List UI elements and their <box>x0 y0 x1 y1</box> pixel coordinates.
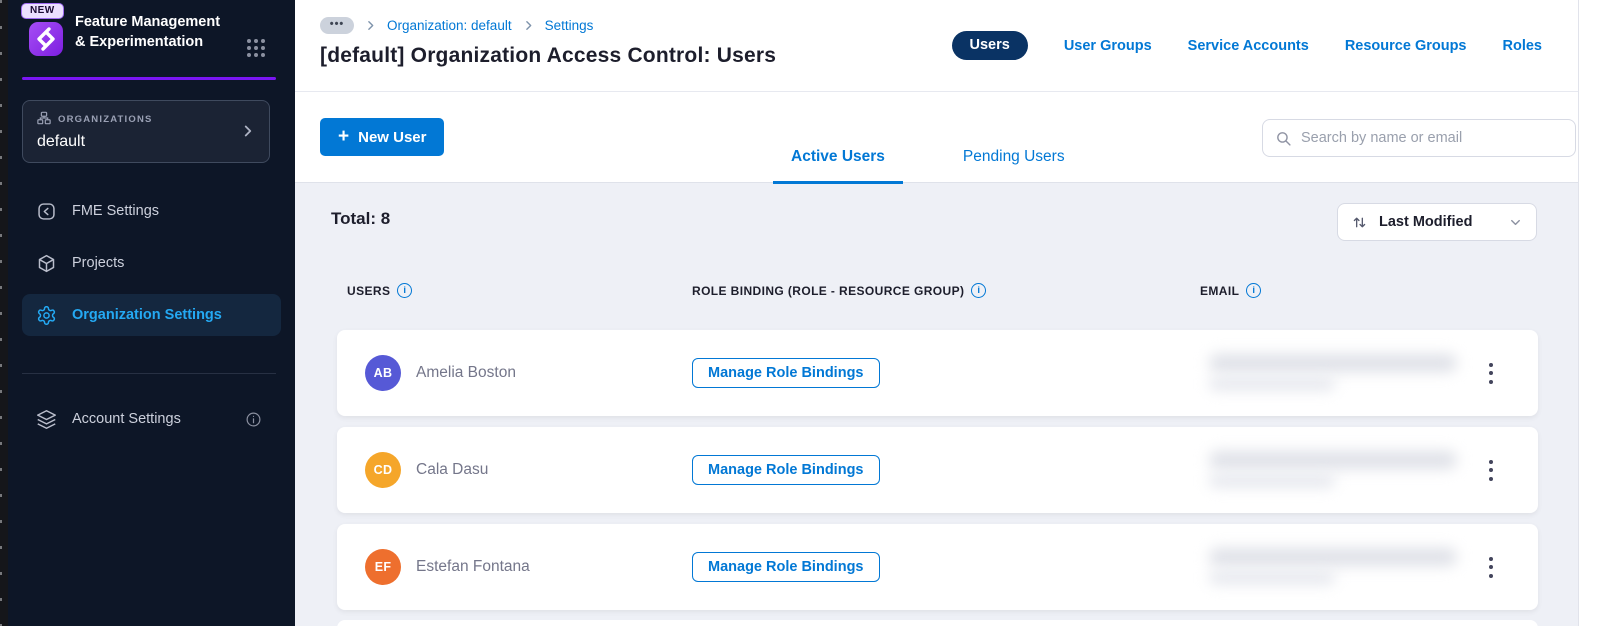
breadcrumb-ellipsis-button[interactable]: ••• <box>320 17 354 34</box>
chevron-right-icon <box>522 19 535 32</box>
search-icon <box>1275 130 1292 147</box>
app-switcher-grid-icon[interactable] <box>245 37 267 64</box>
email-redacted <box>1205 346 1465 398</box>
email-redacted <box>1205 443 1465 495</box>
layers-icon <box>36 409 57 430</box>
app-logo-icon <box>28 21 64 57</box>
sidebar: NEW Feature Management & Experimentation <box>8 0 295 626</box>
new-user-button[interactable]: + New User <box>320 118 445 156</box>
brand-accent-bar <box>22 77 276 80</box>
page-title: [default] Organization Access Control: U… <box>320 44 777 67</box>
nav-tab-user-groups[interactable]: User Groups <box>1064 38 1152 54</box>
sidebar-item-fme-settings[interactable]: FME Settings <box>22 190 281 232</box>
row-menu-kebab-icon[interactable] <box>1478 451 1504 489</box>
plus-icon: + <box>338 125 350 147</box>
manage-role-bindings-button[interactable]: Manage Role Bindings <box>692 455 880 485</box>
search-input[interactable] <box>1301 130 1563 146</box>
right-gutter <box>1578 0 1600 626</box>
sidebar-item-label: FME Settings <box>72 203 160 219</box>
sidebar-item-account-settings[interactable]: Account Settings <box>22 398 276 440</box>
window-edge-strip <box>0 0 8 626</box>
sidebar-divider <box>22 373 276 374</box>
column-header-role-binding: ROLE BINDING (ROLE - RESOURCE GROUP) <box>692 283 987 298</box>
manage-role-bindings-button[interactable]: Manage Role Bindings <box>692 358 880 388</box>
nav-tab-roles[interactable]: Roles <box>1503 38 1543 54</box>
toolbar: + New User Active Users Pending Users <box>295 92 1578 184</box>
column-header-email: EMAIL <box>1200 283 1262 298</box>
avatar: CD <box>365 452 401 488</box>
nav-tab-service-accounts[interactable]: Service Accounts <box>1188 38 1309 54</box>
sort-arrows-icon <box>1351 214 1368 231</box>
column-header-users: USERS <box>347 283 413 298</box>
organization-selector[interactable]: ORGANIZATIONS default <box>22 100 270 163</box>
info-icon[interactable] <box>1246 283 1262 298</box>
avatar: EF <box>365 549 401 585</box>
chevron-down-icon <box>1508 215 1523 230</box>
app-title: Feature Management & Experimentation <box>75 14 221 50</box>
nav-tab-resource-groups[interactable]: Resource Groups <box>1345 38 1467 54</box>
info-icon[interactable] <box>397 283 413 298</box>
table-row: CD Cala Dasu Manage Role Bindings <box>337 427 1538 513</box>
sort-dropdown[interactable]: Last Modified <box>1337 203 1537 241</box>
organization-value: default <box>37 133 86 150</box>
sidebar-item-label: Organization Settings <box>72 307 222 323</box>
user-name: Amelia Boston <box>416 364 516 381</box>
manage-role-bindings-button[interactable]: Manage Role Bindings <box>692 552 880 582</box>
user-name: Cala Dasu <box>416 461 489 478</box>
avatar: AB <box>365 355 401 391</box>
next-row-partial <box>337 620 1538 626</box>
access-control-nav: Users User Groups Service Accounts Resou… <box>951 31 1543 60</box>
page-header: ••• Organization: default Settings [defa… <box>295 0 1578 92</box>
cube-icon <box>36 253 57 274</box>
organizations-label: ORGANIZATIONS <box>58 114 153 125</box>
app-screen: NEW Feature Management & Experimentation <box>0 0 1600 626</box>
tab-active-users[interactable]: Active Users <box>773 148 903 184</box>
info-icon[interactable] <box>245 411 262 428</box>
sidebar-item-organization-settings[interactable]: Organization Settings <box>22 294 281 336</box>
search-box <box>1262 119 1576 157</box>
chevron-right-icon <box>364 19 377 32</box>
row-menu-kebab-icon[interactable] <box>1478 354 1504 392</box>
user-rows: AB Amelia Boston Manage Role Bindings CD… <box>337 330 1538 621</box>
sidebar-item-label: Account Settings <box>72 411 181 427</box>
new-user-button-label: New User <box>358 128 427 146</box>
new-badge: NEW <box>21 3 64 19</box>
breadcrumb: ••• Organization: default Settings <box>320 17 593 34</box>
column-header-label: USERS <box>347 283 391 298</box>
main-area: ••• Organization: default Settings [defa… <box>295 0 1578 626</box>
column-header-label: EMAIL <box>1200 283 1240 298</box>
info-icon[interactable] <box>971 283 987 298</box>
tab-pending-users[interactable]: Pending Users <box>945 148 1083 184</box>
sidebar-item-projects[interactable]: Projects <box>22 242 281 284</box>
column-header-label: ROLE BINDING (ROLE - RESOURCE GROUP) <box>692 283 965 298</box>
user-name: Estefan Fontana <box>416 558 530 575</box>
email-redacted <box>1205 540 1465 592</box>
sort-dropdown-value: Last Modified <box>1379 214 1473 230</box>
row-menu-kebab-icon[interactable] <box>1478 548 1504 586</box>
table-row: AB Amelia Boston Manage Role Bindings <box>337 330 1538 416</box>
breadcrumb-organization-link[interactable]: Organization: default <box>387 18 512 33</box>
fme-settings-icon <box>36 201 57 222</box>
sidebar-nav: FME Settings Projects Organization Setti… <box>8 190 295 346</box>
nav-tab-users[interactable]: Users <box>951 31 1028 60</box>
org-hierarchy-icon <box>37 111 51 128</box>
sidebar-item-label: Projects <box>72 255 125 271</box>
total-count: Total: 8 <box>331 209 391 228</box>
gear-icon <box>36 305 57 326</box>
table-row: EF Estefan Fontana Manage Role Bindings <box>337 524 1538 610</box>
user-list-tabs: Active Users Pending Users <box>773 148 1083 184</box>
breadcrumb-settings-link[interactable]: Settings <box>545 18 594 33</box>
chevron-right-icon <box>239 122 257 145</box>
